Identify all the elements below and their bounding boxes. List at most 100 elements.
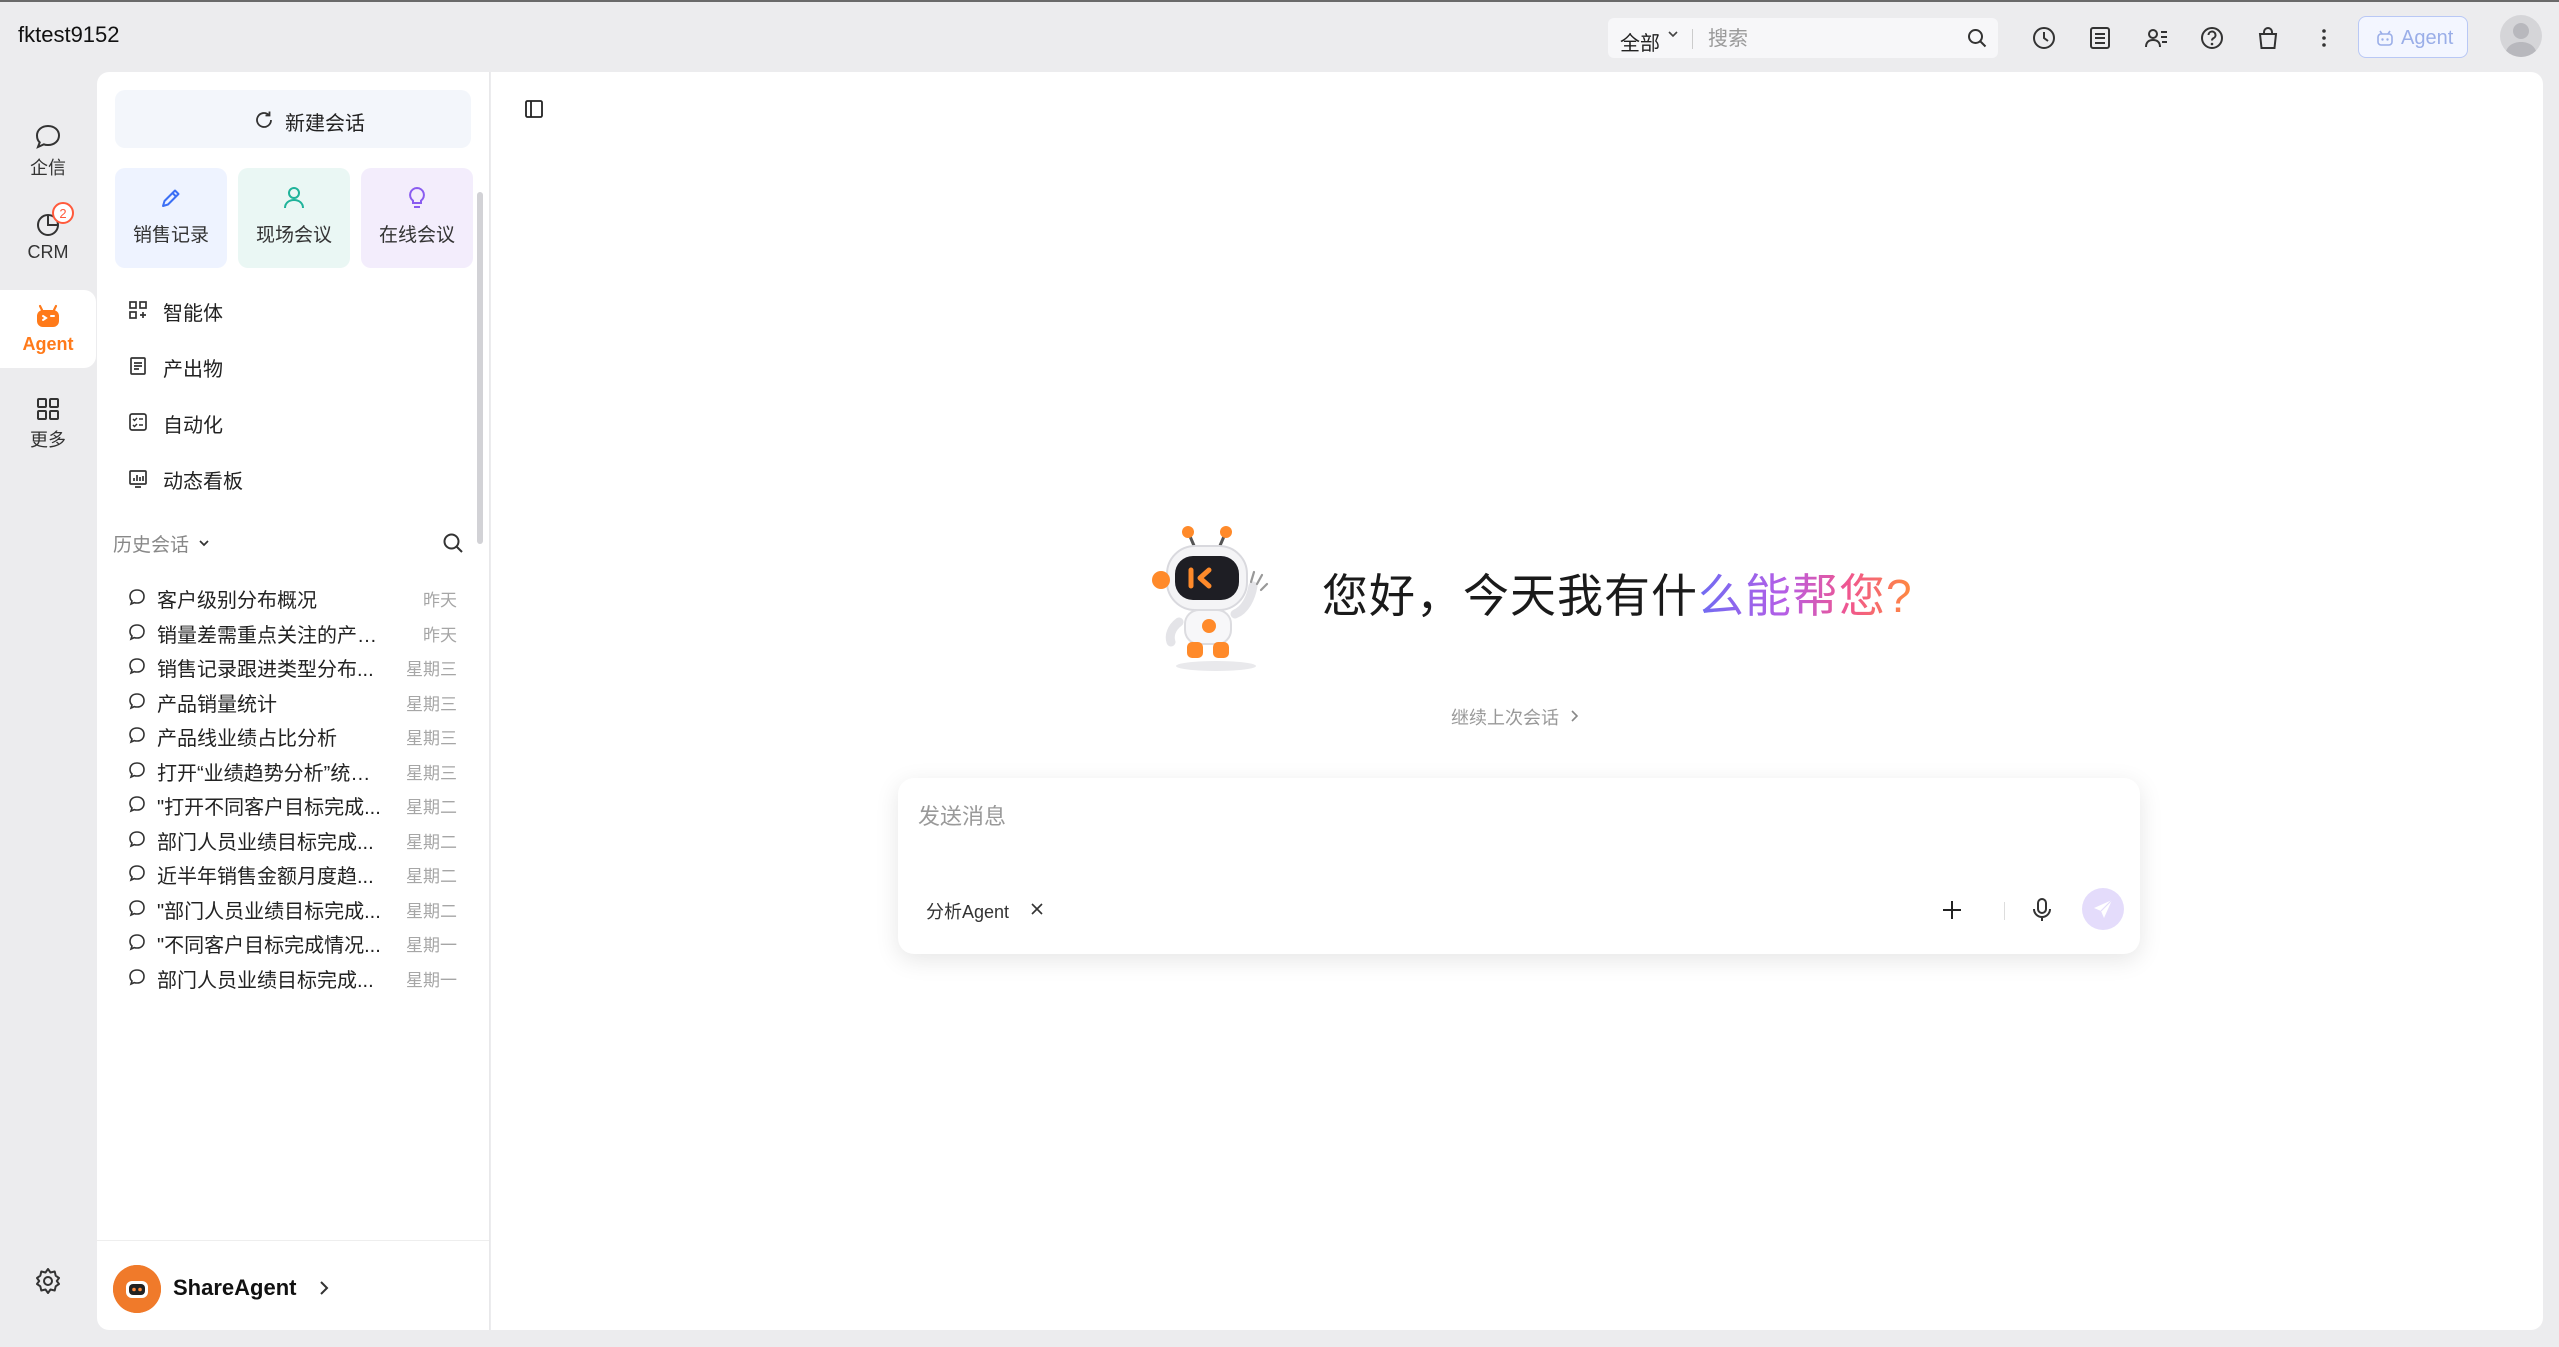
greeting-highlight: 么能帮您? xyxy=(1698,570,1913,622)
history-title: 产品销量统计 xyxy=(157,693,277,716)
send-icon xyxy=(2094,899,2113,918)
chevron-right-icon[interactable] xyxy=(1567,708,1583,724)
rail-label: Agent xyxy=(22,334,74,354)
message-composer: 分析Agent xyxy=(898,778,2140,954)
tenant-name: fktest9152 xyxy=(18,22,120,47)
quick-label: 销售记录 xyxy=(132,225,209,246)
checklist-icon xyxy=(129,413,147,431)
history-date: 昨天 xyxy=(423,625,457,645)
agent-button-label: Agent xyxy=(2401,27,2454,49)
history-title: "打开不同客户目标完成... xyxy=(157,797,381,819)
chat-bubble-icon xyxy=(129,934,145,951)
rail-item-crm[interactable]: 2 CRM xyxy=(0,198,96,276)
settings-icon[interactable] xyxy=(33,1266,63,1296)
history-title: "不同客户目标完成情况... xyxy=(157,935,381,957)
chat-bubble-icon xyxy=(129,899,145,916)
quick-label: 在线会议 xyxy=(378,225,455,246)
quick-onsite-meeting[interactable]: 现场会议 xyxy=(238,168,350,268)
quick-label: 现场会议 xyxy=(255,225,332,246)
notification-badge: 2 xyxy=(52,202,74,224)
report-icon[interactable] xyxy=(2086,24,2114,52)
chat-bubble-icon xyxy=(129,968,145,985)
sidebar-scrollbar[interactable] xyxy=(477,192,483,544)
chat-bubble-icon xyxy=(129,623,145,640)
more-vertical-icon[interactable] xyxy=(2310,24,2338,52)
chat-bubble-icon xyxy=(129,589,145,606)
robot-icon xyxy=(37,304,59,327)
clock-icon[interactable] xyxy=(2030,24,2058,52)
rail-label: 更多 xyxy=(30,430,66,450)
close-icon[interactable] xyxy=(1030,902,1044,916)
rail-item-messenger[interactable]: 企信 xyxy=(0,110,96,188)
shareagent-name: ShareAgent xyxy=(173,1275,297,1300)
history-title: "部门人员业绩目标完成... xyxy=(157,900,381,923)
plus-icon[interactable] xyxy=(1940,898,1964,922)
divider xyxy=(1692,29,1693,49)
history-title: 销量差需重点关注的产品... xyxy=(157,624,383,647)
nav-item-automation[interactable]: 自动化 xyxy=(127,402,457,442)
quick-sales-record[interactable]: 销售记录 xyxy=(115,168,227,268)
search-icon[interactable] xyxy=(441,531,465,555)
search-scope-select[interactable]: 全部 xyxy=(1620,27,1660,56)
nav-label: 智能体 xyxy=(163,303,223,325)
chat-bubble-icon xyxy=(129,761,145,778)
sidebar-toggle-icon[interactable] xyxy=(523,98,545,120)
person-icon xyxy=(284,187,304,209)
user-avatar[interactable] xyxy=(2500,15,2542,57)
history-title: 客户级别分布概况 xyxy=(157,590,317,612)
chat-bubble-icon xyxy=(129,830,145,847)
history-header[interactable]: 历史会话 xyxy=(113,530,189,557)
shopping-bag-icon[interactable] xyxy=(2254,24,2282,52)
greeting-text: 您好，今天我有什 xyxy=(1322,570,1698,622)
history-date: 星期一 xyxy=(406,936,457,955)
message-input[interactable] xyxy=(916,796,2120,838)
history-title: 部门人员业绩目标完成... xyxy=(157,969,374,992)
history-date: 星期三 xyxy=(406,763,457,783)
pencil-icon xyxy=(162,189,180,207)
agent-button[interactable]: Agent xyxy=(2358,16,2468,58)
agent-chip[interactable]: 分析Agent xyxy=(926,898,1009,924)
chat-main: 您好，今天我有什么能帮您? 继续上次会话 分析Agent xyxy=(491,72,2543,1330)
greeting: 您好，今天我有什么能帮您? xyxy=(1322,560,1913,626)
history-title: 打开“业绩趋势分析”统计图 xyxy=(157,762,383,785)
lightbulb-icon xyxy=(409,186,425,208)
shareagent-footer[interactable]: ShareAgent xyxy=(97,1240,489,1330)
chat-bubble-icon xyxy=(129,727,145,744)
contacts-icon[interactable] xyxy=(2142,24,2170,52)
new-chat-label: 新建会话 xyxy=(285,113,365,135)
history-date: 星期一 xyxy=(406,970,457,990)
history-date: 星期三 xyxy=(406,660,457,679)
continue-last-session-link[interactable]: 继续上次会话 xyxy=(1451,704,1559,730)
quick-online-meeting[interactable]: 在线会议 xyxy=(361,168,473,268)
chevron-down-icon[interactable] xyxy=(1666,27,1680,41)
history-date: 星期二 xyxy=(406,798,457,817)
history-date: 星期三 xyxy=(406,694,457,714)
microphone-icon[interactable] xyxy=(2030,897,2054,923)
history-title: 近半年销售金额月度趋... xyxy=(157,866,374,888)
send-button[interactable] xyxy=(2082,888,2124,930)
search-icon[interactable] xyxy=(1966,27,1988,49)
nav-item-dashboard[interactable]: 动态看板 xyxy=(127,458,457,498)
refresh-chat-icon xyxy=(256,111,272,128)
chat-icon xyxy=(35,124,61,149)
search-input[interactable] xyxy=(1706,24,1950,54)
help-icon[interactable] xyxy=(2198,24,2226,52)
rail-item-more[interactable]: 更多 xyxy=(0,382,96,460)
chevron-right-icon xyxy=(320,1281,329,1295)
rail-item-agent[interactable]: Agent xyxy=(0,290,96,368)
history-date: 星期二 xyxy=(406,867,457,886)
divider xyxy=(2004,902,2005,920)
history-date: 星期二 xyxy=(406,901,457,921)
agent-sidebar: 新建会话 销售记录 现场会议 在线会议 智能体 产出物 自动化 动态看板 历史会… xyxy=(97,72,490,1330)
history-item[interactable]: 部门人员业绩目标完成... 星期一 xyxy=(127,956,457,996)
nav-label: 动态看板 xyxy=(163,471,243,493)
chevron-down-icon[interactable] xyxy=(197,536,211,550)
nav-label: 产出物 xyxy=(163,359,223,381)
nav-item-agents[interactable]: 智能体 xyxy=(127,290,457,330)
nav-item-outputs[interactable]: 产出物 xyxy=(127,346,457,386)
rail-label: CRM xyxy=(27,242,69,262)
top-bar: fktest9152 全部 Agent xyxy=(0,0,2559,72)
history-date: 星期二 xyxy=(406,832,457,852)
robot-mascot xyxy=(1152,526,1269,671)
new-chat-button[interactable]: 新建会话 xyxy=(115,90,471,148)
